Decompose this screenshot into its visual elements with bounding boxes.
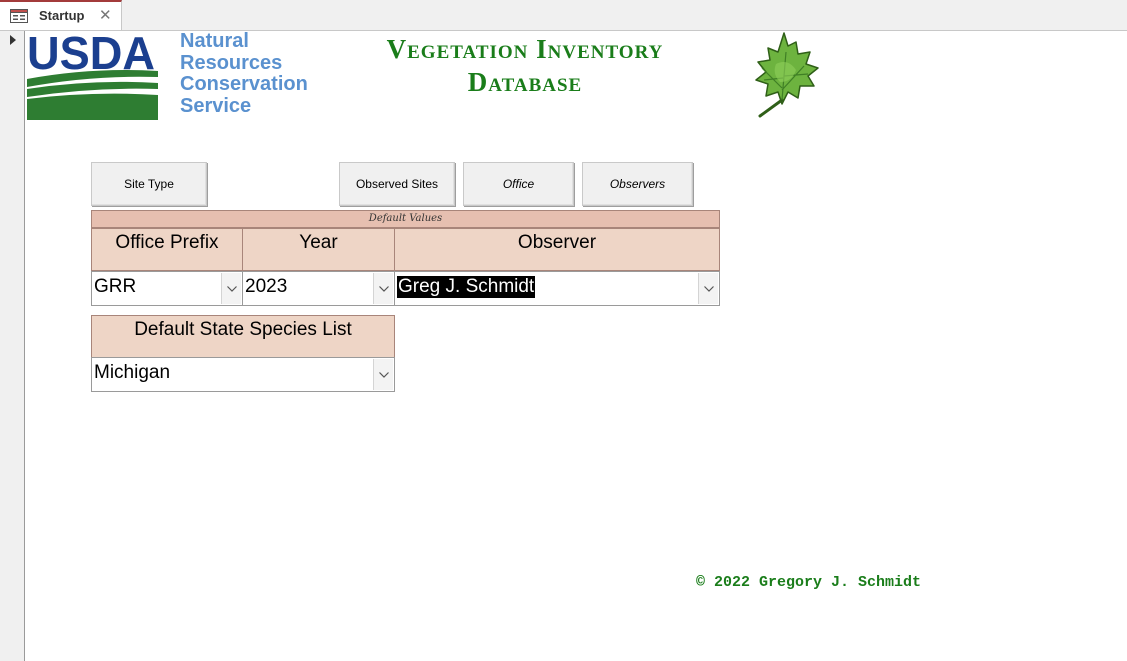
agency-line-3: Conservation <box>180 73 308 95</box>
chevron-down-icon[interactable] <box>373 359 393 390</box>
tab-startup[interactable]: Startup ✕ <box>0 0 122 30</box>
agency-line-1: Natural <box>180 30 249 52</box>
chevron-down-icon[interactable] <box>698 273 718 304</box>
office-prefix-label: Office Prefix <box>91 228 243 271</box>
page-title: Vegetation Inventory Database <box>330 33 720 99</box>
office-prefix-value[interactable]: GRR <box>94 276 136 298</box>
default-values-header: Default Values <box>91 210 720 228</box>
observer-combo[interactable]: Greg J. Schmidt <box>394 271 720 306</box>
state-species-list-value[interactable]: Michigan <box>94 362 170 384</box>
agency-line-2: Resources <box>180 51 283 74</box>
state-species-list-combo[interactable]: Michigan <box>91 357 395 392</box>
state-species-list-label: Default State Species List <box>91 315 395 358</box>
document-tab-bar <box>0 0 1127 31</box>
tab-title: Startup <box>39 8 85 23</box>
copyright-notice: © 2022 Gregory J. Schmidt <box>696 574 922 591</box>
record-selector[interactable] <box>0 31 25 661</box>
usda-logo: USDA <box>27 27 158 120</box>
year-value[interactable]: 2023 <box>245 276 287 298</box>
observer-label: Observer <box>394 228 720 271</box>
current-record-arrow-icon <box>10 35 16 45</box>
year-combo[interactable]: 2023 <box>242 271 395 306</box>
form-icon <box>10 9 28 23</box>
agency-line-4: Service <box>180 94 252 117</box>
leaf-icon <box>738 30 824 120</box>
office-prefix-combo[interactable]: GRR <box>91 271 243 306</box>
chevron-down-icon[interactable] <box>373 273 393 304</box>
close-icon[interactable]: ✕ <box>99 6 112 24</box>
observer-value[interactable]: Greg J. Schmidt <box>397 276 536 298</box>
year-label: Year <box>242 228 395 271</box>
office-button[interactable]: Office <box>463 162 574 206</box>
agency-name: Natural Resources Conservation Service <box>180 30 308 117</box>
observers-button[interactable]: Observers <box>582 162 693 206</box>
title-line-1: Vegetation Inventory <box>386 34 664 64</box>
site-type-button[interactable]: Site Type <box>91 162 207 206</box>
chevron-down-icon[interactable] <box>221 273 241 304</box>
observed-sites-button[interactable]: Observed Sites <box>339 162 455 206</box>
title-line-2: Database <box>467 67 583 97</box>
